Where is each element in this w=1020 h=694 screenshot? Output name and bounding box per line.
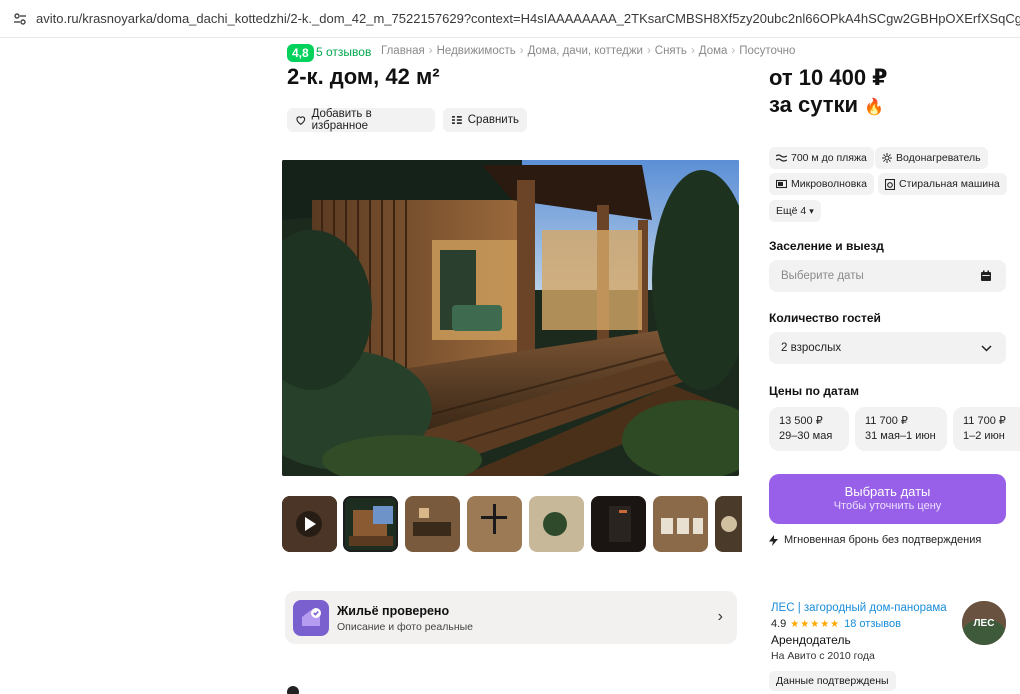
breadcrumb-item[interactable]: Дома — [699, 45, 728, 57]
sun-icon — [882, 153, 892, 163]
host-reviews-link[interactable]: 18 отзывов — [844, 618, 901, 630]
breadcrumb-item[interactable]: Посуточно — [739, 45, 795, 57]
breadcrumb: Главная › Недвижимость › Дома, дачи, коттедж… — [381, 45, 795, 57]
date-price-amount: 11 700 ₽ — [865, 415, 908, 427]
star-rating-icon: ★★★★★ — [790, 618, 841, 630]
amenity-label: Водонагреватель — [896, 152, 981, 164]
fire-icon: 🔥 — [864, 99, 885, 116]
amenity-label: Стиральная машина — [899, 178, 1000, 190]
video-thumbnail[interactable] — [282, 496, 337, 552]
photo-thumbnail[interactable] — [653, 496, 708, 552]
chevron-right-icon: › — [717, 608, 723, 625]
amenity-label: Микроволновка — [791, 178, 867, 190]
verified-house-icon — [293, 600, 329, 636]
prices-by-date-label: Цены по датам — [769, 384, 860, 398]
breadcrumb-item[interactable]: Дома, дачи, коттеджи — [528, 45, 643, 57]
url-text[interactable]: avito.ru/krasnoyarka/doma_dachi_kottedzh… — [36, 11, 1020, 26]
host-verified-badge: Данные подтверждены — [769, 671, 896, 691]
more-amenities-label: Ещё 4 — [776, 205, 807, 217]
guests-value: 2 взрослых — [781, 342, 842, 354]
chevron-down-icon: ▾ — [809, 205, 814, 216]
photo-thumbnail[interactable] — [529, 496, 584, 552]
verified-title: Жильё проверено — [337, 604, 450, 618]
compare-icon — [451, 116, 462, 124]
favorites-label: Добавить в избранное — [311, 108, 372, 132]
host-role: Арендодатель — [771, 633, 851, 647]
date-price-amount: 11 700 ₽ — [963, 415, 1006, 427]
rating-badge: 4,8 — [287, 44, 314, 62]
verified-subtitle: Описание и фото реальные — [337, 621, 474, 633]
breadcrumb-item[interactable]: Снять — [655, 45, 687, 57]
reviews-link[interactable]: 5 отзывов — [316, 45, 371, 59]
section-bullet-icon — [287, 686, 299, 694]
dates-field[interactable]: Выберите даты — [769, 260, 1006, 292]
amenity-chip: 700 м до пляжа — [769, 147, 874, 169]
add-to-favorites-button[interactable]: Добавить в избранное — [287, 108, 435, 132]
choose-dates-label: Выбрать даты — [844, 484, 931, 499]
host-avatar[interactable]: ЛЕС — [962, 601, 1006, 645]
microwave-icon — [776, 179, 787, 189]
price-period: за сутки — [769, 92, 859, 117]
calendar-icon — [981, 270, 991, 281]
choose-dates-sublabel: Чтобы уточнить цену — [833, 500, 942, 512]
amenity-chip: Стиральная машина — [878, 173, 1007, 195]
amenity-chip: Микроволновка — [769, 173, 874, 195]
host-verified-label: Данные подтверждены — [776, 675, 889, 687]
listing-verified-card[interactable]: Жильё проверено Описание и фото реальные… — [285, 591, 737, 644]
breadcrumb-separator-icon: › — [428, 45, 433, 57]
chevron-down-icon — [981, 344, 992, 352]
browser-address-bar[interactable]: avito.ru/krasnoyarka/doma_dachi_kottedzh… — [0, 0, 1020, 38]
host-since: На Авито с 2010 года — [771, 650, 875, 662]
choose-dates-button[interactable]: Выбрать даты Чтобы уточнить цену — [769, 474, 1006, 524]
date-price-range: 31 мая–1 июн — [865, 430, 936, 442]
photo-thumbnail[interactable] — [591, 496, 646, 552]
photo-thumbnail[interactable] — [467, 496, 522, 552]
photo-thumbnail[interactable] — [343, 496, 398, 552]
main-photo[interactable] — [282, 160, 739, 476]
price-amount: от 10 400 ₽ — [769, 65, 888, 90]
date-price-range: 29–30 мая — [779, 430, 833, 442]
lightning-icon — [769, 534, 778, 546]
thumbnail-strip — [282, 496, 742, 552]
breadcrumb-separator-icon: › — [690, 45, 695, 57]
date-price-card[interactable]: 11 700 ₽ 1–2 июн — [953, 407, 1020, 451]
amenity-chip: Водонагреватель — [875, 147, 988, 169]
breadcrumb-item[interactable]: Главная — [381, 45, 425, 57]
guests-label: Количество гостей — [769, 311, 881, 325]
photo-thumbnail[interactable] — [405, 496, 460, 552]
date-price-range: 1–2 июн — [963, 430, 1005, 442]
heart-icon — [296, 116, 306, 125]
breadcrumb-item[interactable]: Недвижимость — [437, 45, 516, 57]
compare-button[interactable]: Сравнить — [443, 108, 527, 132]
date-price-amount: 13 500 ₽ — [779, 415, 823, 427]
checkin-label: Заселение и выезд — [769, 239, 884, 253]
price-block: от 10 400 ₽ за сутки 🔥 — [769, 64, 888, 121]
guests-select[interactable]: 2 взрослых — [769, 332, 1006, 364]
breadcrumb-separator-icon: › — [731, 45, 736, 57]
host-rating: 4.9 ★★★★★ 18 отзывов — [771, 618, 901, 630]
instant-booking-note: Мгновенная бронь без подтверждения — [769, 534, 981, 546]
waves-icon — [776, 154, 787, 162]
date-price-card[interactable]: 13 500 ₽ 29–30 мая — [769, 407, 849, 451]
listing-title: 2-к. дом, 42 м² — [287, 64, 440, 89]
amenity-label: 700 м до пляжа — [791, 152, 867, 164]
date-price-card[interactable]: 11 700 ₽ 31 мая–1 июн — [855, 407, 947, 451]
compare-label: Сравнить — [467, 114, 519, 126]
breadcrumb-separator-icon: › — [646, 45, 651, 57]
instant-booking-label: Мгновенная бронь без подтверждения — [784, 534, 982, 546]
breadcrumb-separator-icon: › — [519, 45, 524, 57]
washing-machine-icon — [885, 178, 895, 190]
more-amenities-button[interactable]: Ещё 4 ▾ — [769, 200, 821, 222]
photo-thumbnail[interactable] — [715, 496, 742, 552]
host-rating-value: 4.9 — [771, 618, 787, 630]
avatar-text: ЛЕС — [974, 618, 995, 629]
host-name-link[interactable]: ЛЕС | загородный дом-панорама — [771, 602, 947, 614]
site-settings-icon[interactable] — [12, 11, 28, 27]
dates-placeholder: Выберите даты — [781, 270, 864, 282]
